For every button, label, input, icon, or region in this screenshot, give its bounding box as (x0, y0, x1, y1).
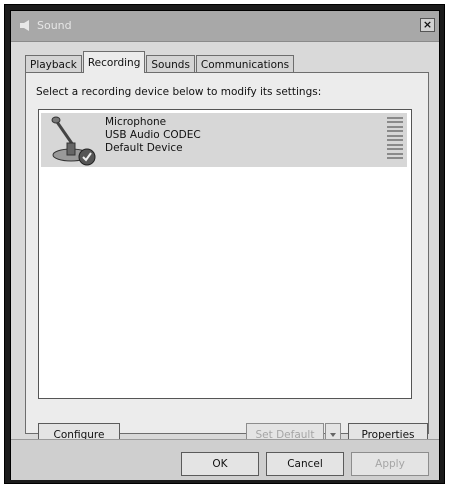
apply-button[interactable]: Apply (351, 452, 429, 476)
device-details: Microphone USB Audio CODEC Default Devic… (105, 116, 201, 155)
tab-strip: Playback Recording Sounds Communications (25, 51, 295, 73)
device-status: Default Device (105, 142, 183, 154)
tab-sounds[interactable]: Sounds (146, 55, 195, 73)
device-list[interactable]: Microphone USB Audio CODEC Default Devic… (38, 109, 412, 399)
speaker-icon (20, 20, 29, 31)
instruction-text: Select a recording device below to modif… (36, 86, 322, 98)
tab-communications[interactable]: Communications (195, 55, 295, 73)
dialog-footer: OK Cancel Apply (11, 439, 439, 480)
title-bar: Sound × (11, 11, 439, 42)
close-button[interactable]: × (420, 18, 435, 32)
microphone-icon (51, 116, 96, 166)
chevron-down-icon (330, 433, 336, 437)
window-title: Sound (37, 19, 72, 32)
sound-dialog: Sound × Playback Recording Sounds Commun… (10, 10, 440, 480)
level-meter (387, 117, 403, 159)
device-driver: USB Audio CODEC (105, 129, 201, 141)
tab-recording[interactable]: Recording (82, 51, 146, 73)
device-name: Microphone (105, 116, 167, 128)
recording-panel: Select a recording device below to modif… (25, 72, 429, 447)
device-item-microphone[interactable]: Microphone USB Audio CODEC Default Devic… (41, 113, 407, 167)
cancel-button[interactable]: Cancel (266, 452, 344, 476)
ok-button[interactable]: OK (181, 452, 259, 476)
tab-playback[interactable]: Playback (25, 55, 82, 73)
close-icon: × (422, 18, 433, 31)
